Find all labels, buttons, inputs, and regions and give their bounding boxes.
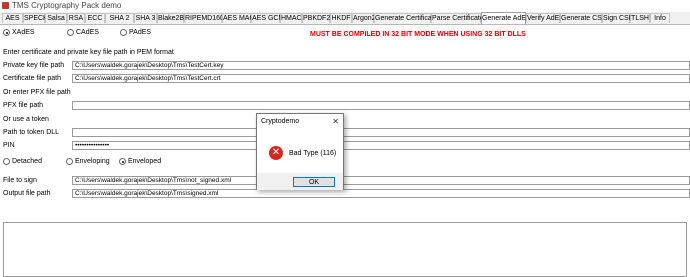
file-to-sign-label: File to sign (3, 177, 37, 184)
output-path-label: Output file path (3, 190, 51, 197)
pin-label: PIN (3, 142, 15, 149)
tab-sha3[interactable]: SHA 3 (134, 13, 157, 23)
radio-enveloping[interactable]: Enveloping (66, 158, 110, 165)
tab-speck[interactable]: SPECK (23, 13, 48, 23)
tab-argon2[interactable]: Argon2 (352, 13, 376, 23)
radio-enveloped[interactable]: Enveloped (119, 158, 161, 165)
dialog-title: Cryptodemo (261, 118, 300, 125)
ok-button[interactable]: OK (293, 177, 335, 187)
tab-rsa[interactable]: RSA (67, 13, 85, 23)
radio-cades-indicator[interactable] (67, 29, 74, 36)
token-dll-label: Path to token DLL (3, 129, 60, 136)
tab-generate-csr[interactable]: Generate CSR (560, 13, 607, 23)
radio-detached[interactable]: Detached (3, 158, 42, 165)
tab-aes[interactable]: AES (2, 13, 23, 23)
pfx-heading: Or enter PFX file path (3, 89, 71, 96)
certificate-input[interactable]: C:\Users\waldek.gorajek\Desktop\Tms\Test… (72, 74, 690, 83)
tab-aes-gcm[interactable]: AES GCM (251, 13, 284, 23)
output-path-input[interactable]: C:\Users\waldek.gorajek\Desktop\Tms\sign… (72, 189, 690, 198)
tab-sha2[interactable]: SHA 2 (105, 13, 134, 23)
pfx-label: PFX file path (3, 102, 44, 109)
tab-sign-csr[interactable]: Sign CSR (602, 13, 634, 23)
radio-xades-label: XAdES (12, 29, 35, 36)
radio-detached-indicator[interactable] (3, 158, 10, 165)
generate-ades-page: XAdES CAdES PAdES MUST BE COMPILED IN 32… (0, 25, 690, 277)
radio-xades[interactable]: XAdES (3, 29, 35, 36)
compile-warning: MUST BE COMPILED IN 32 BIT MODE WHEN USI… (310, 31, 526, 38)
certificate-label: Certificate file path (3, 75, 61, 82)
tab-tlsh[interactable]: TLSH (630, 13, 650, 23)
tab-strip: AES SPECK Salsa RSA ECC SHA 2 SHA 3 Blak… (0, 12, 690, 25)
token-heading: Or use a token (3, 116, 49, 123)
file-to-sign-input[interactable]: C:\Users\waldek.gorajek\Desktop\Tms\not_… (72, 176, 690, 185)
pem-heading: Enter certificate and private key file p… (3, 49, 174, 56)
token-dll-input[interactable] (72, 128, 690, 137)
error-icon: ✕ (269, 146, 283, 160)
tab-info[interactable]: Info (650, 13, 670, 23)
title-bar: TMS Cryptography Pack demo (0, 0, 690, 12)
radio-enveloped-label: Enveloped (128, 158, 162, 165)
radio-cades-label: CAdES (76, 29, 99, 36)
private-key-input[interactable]: C:\Users\waldek.gorajek\Desktop\Tms\Test… (72, 61, 690, 70)
radio-enveloping-indicator[interactable] (66, 158, 73, 165)
window-title: TMS Cryptography Pack demo (12, 1, 122, 10)
tab-generate-ades[interactable]: Generate AdES (481, 12, 531, 24)
app-icon (2, 2, 9, 9)
tab-hkdf[interactable]: HKDF (330, 13, 352, 23)
pfx-input[interactable] (72, 101, 690, 110)
output-memo[interactable] (3, 222, 687, 277)
tab-parse-certificate[interactable]: Parse Certificate (431, 13, 484, 23)
tab-blake2b[interactable]: Blake2B (157, 13, 184, 23)
tab-pbkdf2[interactable]: PBKDF2 (302, 13, 330, 23)
tab-verify-ades[interactable]: Verify AdES (526, 13, 564, 23)
tab-ecc[interactable]: ECC (85, 13, 105, 23)
radio-pades[interactable]: PAdES (120, 29, 151, 36)
pin-input[interactable]: ••••••••••••••• (72, 141, 690, 150)
dialog-message: Bad Type (116) (289, 150, 337, 157)
private-key-label: Private key file path (3, 62, 65, 69)
radio-detached-label: Detached (12, 158, 42, 165)
radio-cades[interactable]: CAdES (67, 29, 99, 36)
dialog-close-icon[interactable]: ✕ (332, 117, 339, 126)
tab-hmac[interactable]: HMAC (280, 13, 302, 23)
radio-pades-indicator[interactable] (120, 29, 127, 36)
radio-enveloped-indicator[interactable] (119, 158, 126, 165)
tab-generate-certificate[interactable]: Generate Certificate (374, 13, 438, 23)
tab-aes-mac[interactable]: AES MAC (222, 13, 255, 23)
error-dialog: Cryptodemo ✕ ✕ Bad Type (116) OK (256, 113, 344, 190)
dialog-footer: OK (257, 173, 343, 190)
radio-xades-indicator[interactable] (3, 29, 10, 36)
radio-enveloping-label: Enveloping (75, 158, 110, 165)
tab-ripemd160[interactable]: RIPEMD160 (184, 13, 224, 23)
tab-salsa[interactable]: Salsa (45, 13, 67, 23)
radio-pades-label: PAdES (129, 29, 152, 36)
